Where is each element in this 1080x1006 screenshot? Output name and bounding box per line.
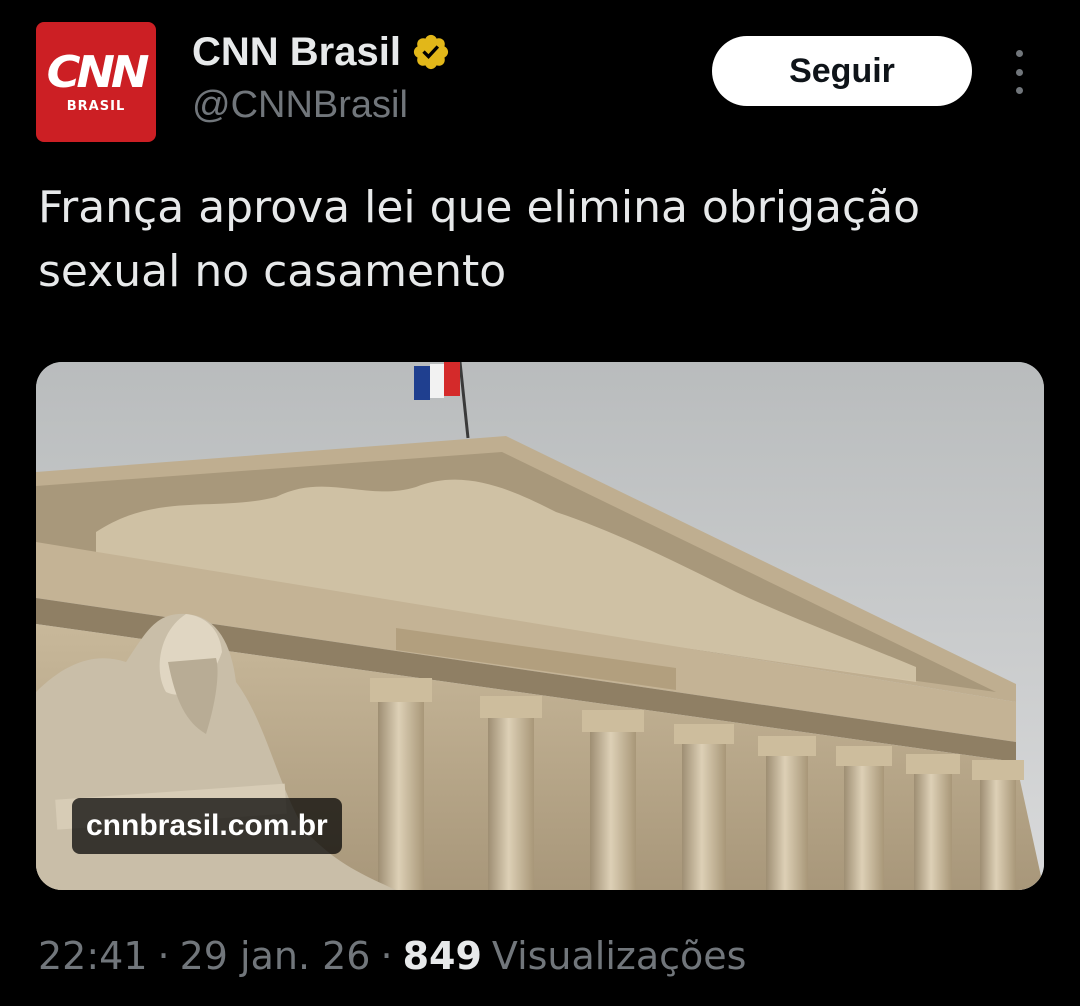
- meta-separator: ·: [157, 934, 170, 978]
- tweet: CNN BRASIL CNN Brasil @CNNBrasil Seguir …: [0, 0, 1080, 1006]
- link-domain-badge: cnnbrasil.com.br: [72, 798, 342, 854]
- author-display-name[interactable]: CNN Brasil: [192, 30, 401, 75]
- more-dot: [1015, 87, 1023, 94]
- views-count: 849: [402, 934, 482, 978]
- views-label: Visualizações: [491, 934, 747, 978]
- cnn-logo-text: CNN: [46, 46, 150, 98]
- tweet-time[interactable]: 22:41: [38, 934, 148, 978]
- more-options-icon[interactable]: [1004, 50, 1034, 94]
- tweet-meta-row: 22:41 · 29 jan. 26 · 849 Visualizações: [38, 934, 746, 978]
- more-dot: [1015, 50, 1023, 57]
- verified-badge-icon[interactable]: [411, 32, 451, 72]
- cnn-logo-subtext: BRASIL: [66, 98, 126, 114]
- author-name-row: CNN Brasil: [192, 28, 451, 76]
- meta-separator: ·: [380, 934, 393, 978]
- author-handle[interactable]: @CNNBrasil: [192, 84, 408, 127]
- link-card-image[interactable]: cnnbrasil.com.br: [36, 362, 1044, 890]
- tweet-date[interactable]: 29 jan. 26: [180, 934, 371, 978]
- avatar-cnn-brasil[interactable]: CNN BRASIL: [36, 22, 156, 142]
- tweet-text: França aprova lei que elimina obrigação …: [38, 182, 921, 297]
- more-dot: [1015, 68, 1023, 76]
- follow-button[interactable]: Seguir: [712, 36, 972, 106]
